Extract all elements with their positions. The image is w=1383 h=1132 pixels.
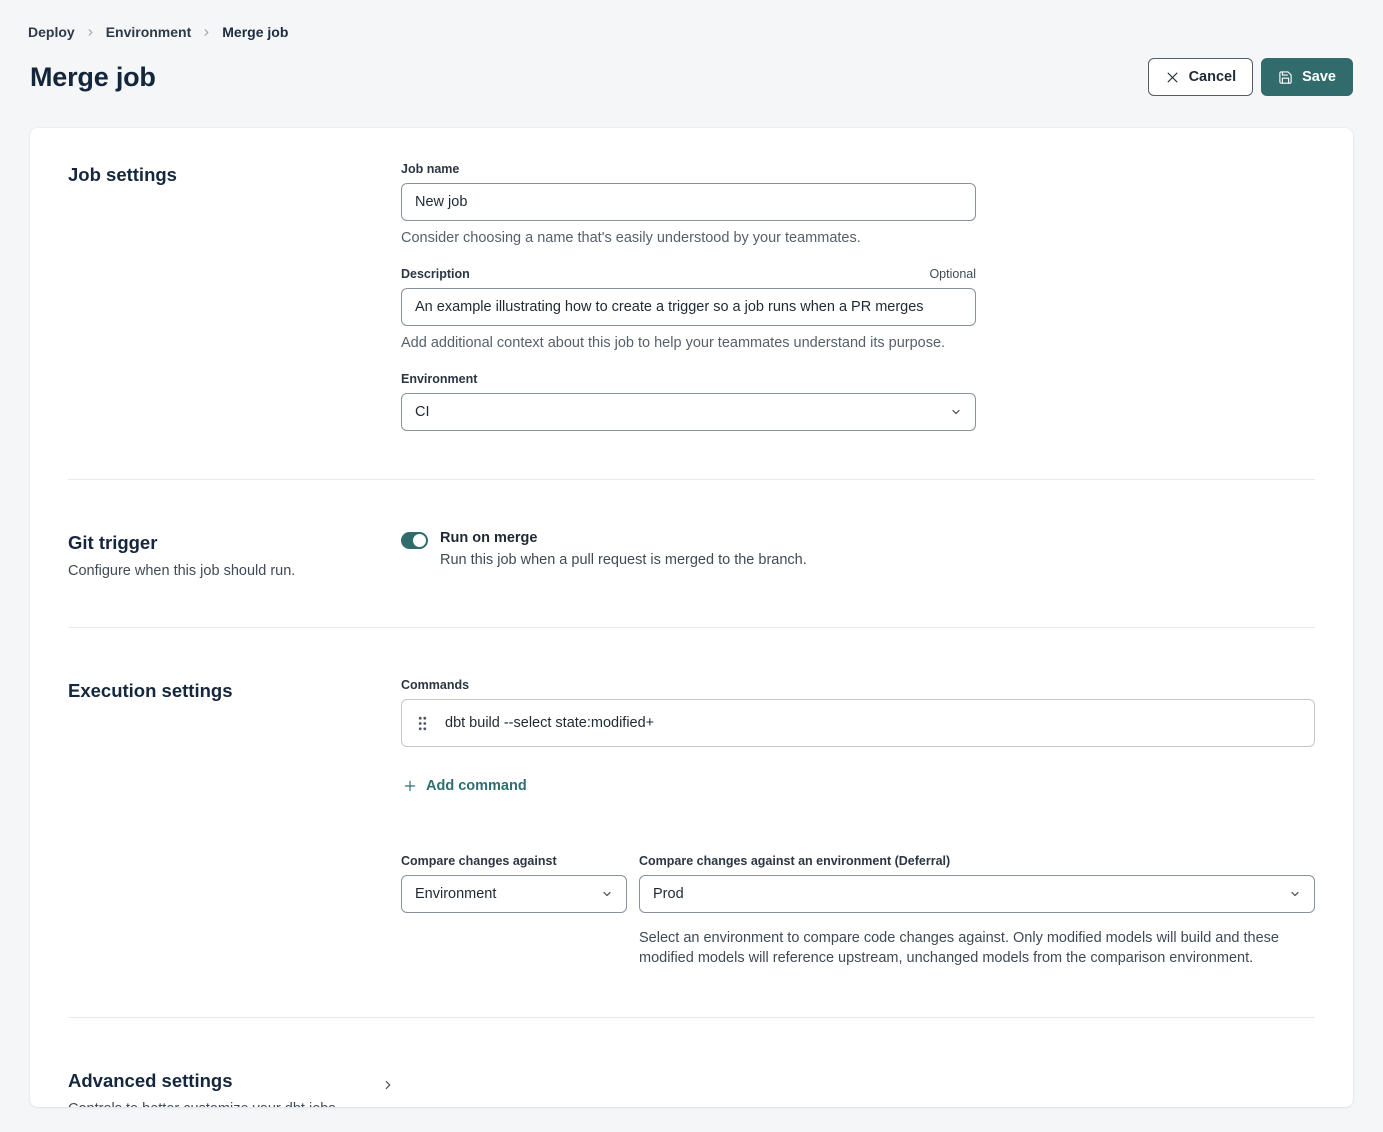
commands-label: Commands — [401, 678, 1315, 692]
execution-settings-heading: Execution settings — [68, 680, 401, 702]
section-divider — [68, 479, 1315, 480]
breadcrumb-chevron-icon — [85, 27, 96, 38]
compare-against-label: Compare changes against — [401, 854, 627, 868]
breadcrumb-environment[interactable]: Environment — [106, 24, 192, 40]
job-form-card: Job settings Job name Consider choosing … — [30, 128, 1353, 1107]
page-header: Merge job Cancel Save — [30, 58, 1353, 96]
command-row[interactable]: dbt build --select state:modified+ — [401, 699, 1315, 747]
git-trigger-subheading: Configure when this job should run. — [68, 563, 401, 579]
job-settings-heading: Job settings — [68, 164, 401, 186]
cancel-button[interactable]: Cancel — [1148, 58, 1254, 96]
job-name-helper: Consider choosing a name that's easily u… — [401, 230, 976, 246]
chevron-right-icon — [381, 1078, 395, 1092]
chevron-down-icon — [1289, 888, 1301, 900]
merge-job-page: Deploy Environment Merge job Merge job C… — [0, 0, 1383, 1107]
section-divider — [68, 1017, 1315, 1018]
command-text[interactable]: dbt build --select state:modified+ — [445, 715, 654, 731]
save-button[interactable]: Save — [1261, 58, 1353, 96]
toggle-knob — [413, 534, 426, 547]
breadcrumb-deploy[interactable]: Deploy — [28, 24, 75, 40]
git-trigger-heading: Git trigger — [68, 532, 401, 554]
run-on-merge-label: Run on merge — [440, 530, 807, 546]
save-button-label: Save — [1302, 69, 1336, 85]
job-name-input[interactable] — [401, 183, 976, 221]
compare-against-select[interactable]: Environment — [401, 875, 627, 913]
run-on-merge-description: Run this job when a pull request is merg… — [440, 552, 807, 568]
compare-against-select-value: Environment — [415, 886, 496, 902]
section-job-settings: Job settings Job name Consider choosing … — [68, 162, 1315, 431]
section-execution-settings: Execution settings Commands dbt build --… — [68, 678, 1315, 969]
chevron-down-icon — [950, 406, 962, 418]
advanced-settings-expand-button[interactable] — [381, 1068, 395, 1107]
save-icon — [1278, 70, 1293, 85]
environment-label: Environment — [401, 372, 976, 386]
deferral-select[interactable]: Prod — [639, 875, 1315, 913]
chevron-down-icon — [601, 888, 613, 900]
deferral-helper: Select an environment to compare code ch… — [639, 928, 1287, 969]
environment-select-value: CI — [415, 404, 430, 420]
description-input[interactable] — [401, 288, 976, 326]
advanced-settings-subheading: Controls to better customize your dbt jo… — [68, 1101, 401, 1107]
cancel-button-label: Cancel — [1189, 69, 1237, 85]
description-label: Description — [401, 267, 470, 281]
breadcrumb-current: Merge job — [222, 24, 288, 40]
job-name-label: Job name — [401, 162, 976, 176]
section-divider — [68, 627, 1315, 628]
deferral-select-value: Prod — [653, 886, 684, 902]
section-git-trigger: Git trigger Configure when this job shou… — [68, 530, 1315, 579]
breadcrumb: Deploy Environment Merge job — [28, 0, 1353, 40]
close-icon — [1165, 70, 1180, 85]
run-on-merge-toggle[interactable] — [401, 532, 428, 549]
add-command-label: Add command — [426, 778, 527, 794]
drag-handle-icon[interactable] — [418, 716, 427, 731]
advanced-settings-heading: Advanced settings — [68, 1070, 401, 1092]
deferral-label: Compare changes against an environment (… — [639, 854, 1315, 868]
header-actions: Cancel Save — [1148, 58, 1353, 96]
breadcrumb-chevron-icon — [201, 27, 212, 38]
description-helper: Add additional context about this job to… — [401, 335, 976, 351]
section-advanced-settings: Advanced settings Controls to better cus… — [68, 1068, 1315, 1107]
page-title: Merge job — [30, 62, 156, 93]
description-optional-badge: Optional — [929, 267, 976, 281]
plus-icon — [403, 779, 417, 793]
environment-select[interactable]: CI — [401, 393, 976, 431]
add-command-button[interactable]: Add command — [401, 778, 529, 794]
